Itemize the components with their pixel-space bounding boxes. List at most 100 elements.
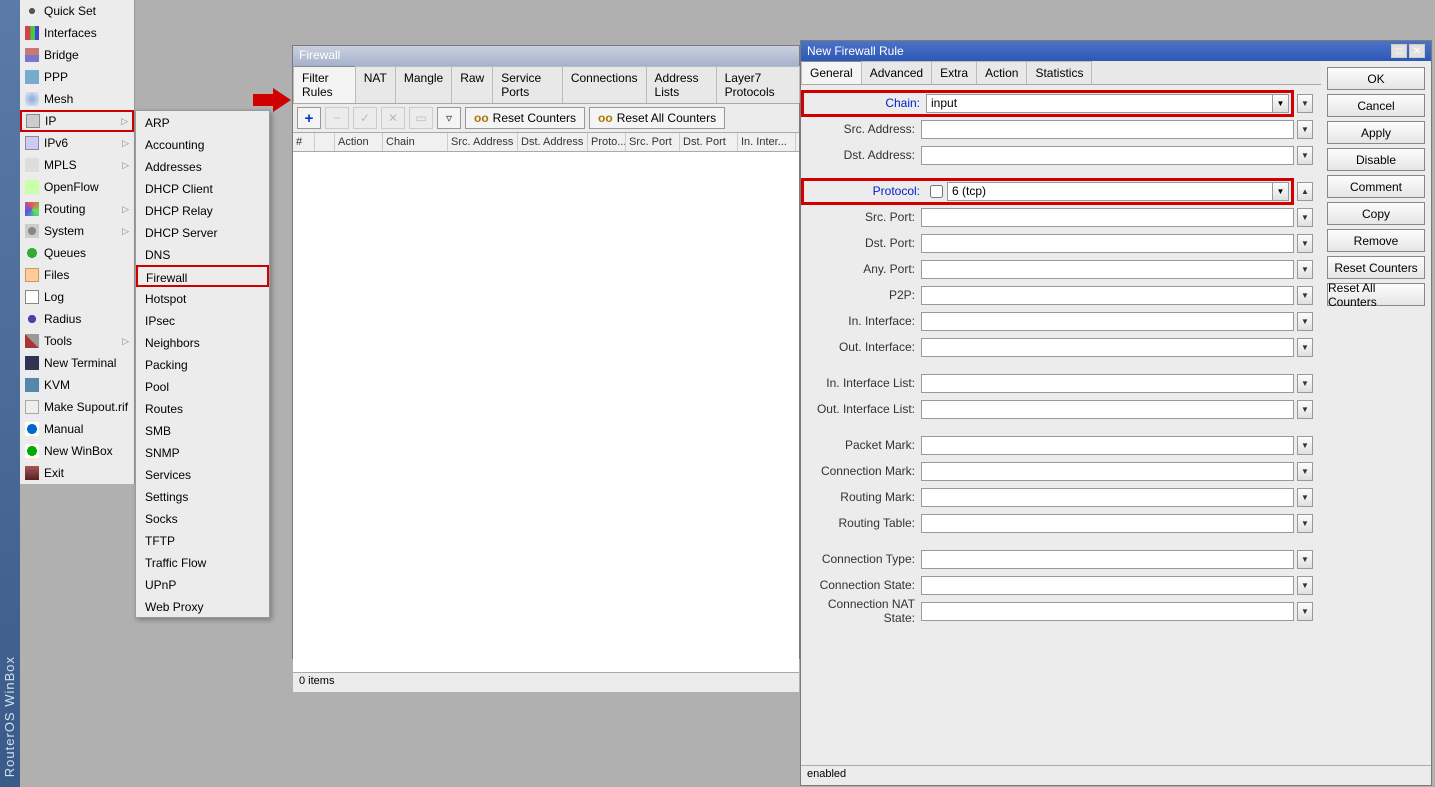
tab-filter-rules[interactable]: Filter Rules bbox=[293, 66, 356, 103]
ok-button[interactable]: OK bbox=[1327, 67, 1425, 90]
enable-button[interactable]: ✓ bbox=[353, 107, 377, 129]
expand-button[interactable] bbox=[1297, 436, 1313, 455]
sidebar-item-exit[interactable]: Exit bbox=[20, 462, 134, 484]
submenu-item-smb[interactable]: SMB bbox=[136, 419, 269, 441]
sidebar-item-kvm[interactable]: KVM bbox=[20, 374, 134, 396]
submenu-item-pool[interactable]: Pool bbox=[136, 375, 269, 397]
submenu-item-neighbors[interactable]: Neighbors bbox=[136, 331, 269, 353]
submenu-item-routes[interactable]: Routes bbox=[136, 397, 269, 419]
expand-button[interactable] bbox=[1297, 208, 1313, 227]
comment-button[interactable]: Comment bbox=[1327, 175, 1425, 198]
submenu-item-dhcp-relay[interactable]: DHCP Relay bbox=[136, 199, 269, 221]
src-port-input[interactable] bbox=[921, 208, 1294, 227]
apply-button[interactable]: Apply bbox=[1327, 121, 1425, 144]
sidebar-item-openflow[interactable]: OpenFlow bbox=[20, 176, 134, 198]
submenu-item-arp[interactable]: ARP bbox=[136, 111, 269, 133]
column-header[interactable]: Src. Port bbox=[626, 133, 680, 151]
submenu-item-web-proxy[interactable]: Web Proxy bbox=[136, 595, 269, 617]
expand-button[interactable] bbox=[1297, 234, 1313, 253]
sidebar-item-tools[interactable]: Tools▷ bbox=[20, 330, 134, 352]
rule-tab-extra[interactable]: Extra bbox=[931, 61, 977, 84]
any-port-input[interactable] bbox=[921, 260, 1294, 279]
submenu-item-services[interactable]: Services bbox=[136, 463, 269, 485]
expand-button[interactable] bbox=[1297, 602, 1313, 621]
sidebar-item-mpls[interactable]: MPLS▷ bbox=[20, 154, 134, 176]
expand-button[interactable] bbox=[1297, 514, 1313, 533]
submenu-item-ipsec[interactable]: IPsec bbox=[136, 309, 269, 331]
submenu-item-dns[interactable]: DNS bbox=[136, 243, 269, 265]
sidebar-item-make-supout-rif[interactable]: Make Supout.rif bbox=[20, 396, 134, 418]
sidebar-item-queues[interactable]: Queues bbox=[20, 242, 134, 264]
sidebar-item-interfaces[interactable]: Interfaces bbox=[20, 22, 134, 44]
tab-address-lists[interactable]: Address Lists bbox=[646, 66, 717, 103]
pkt-mark-input[interactable] bbox=[921, 436, 1294, 455]
dst-port-input[interactable] bbox=[921, 234, 1294, 253]
sidebar-item-routing[interactable]: Routing▷ bbox=[20, 198, 134, 220]
route-tbl-input[interactable] bbox=[921, 514, 1294, 533]
expand-button[interactable] bbox=[1297, 550, 1313, 569]
expand-button[interactable] bbox=[1297, 488, 1313, 507]
submenu-item-upnp[interactable]: UPnP bbox=[136, 573, 269, 595]
sidebar-item-system[interactable]: System▷ bbox=[20, 220, 134, 242]
expand-button[interactable] bbox=[1297, 576, 1313, 595]
disable-button[interactable]: Disable bbox=[1327, 148, 1425, 171]
expand-button[interactable] bbox=[1297, 94, 1313, 113]
firewall-table-body[interactable] bbox=[293, 152, 799, 672]
in-if-list-input[interactable] bbox=[921, 374, 1294, 393]
close-button[interactable]: ✕ bbox=[1409, 44, 1425, 58]
rule-titlebar[interactable]: New Firewall Rule □ ✕ bbox=[801, 41, 1431, 61]
out-if-input[interactable] bbox=[921, 338, 1294, 357]
rule-tab-statistics[interactable]: Statistics bbox=[1026, 61, 1092, 84]
expand-button[interactable] bbox=[1297, 400, 1313, 419]
sidebar-item-new-winbox[interactable]: New WinBox bbox=[20, 440, 134, 462]
filter-button[interactable]: ▿ bbox=[437, 107, 461, 129]
tab-nat[interactable]: NAT bbox=[355, 66, 396, 103]
sidebar-item-new-terminal[interactable]: New Terminal bbox=[20, 352, 134, 374]
expand-button[interactable] bbox=[1297, 146, 1313, 165]
conn-type-input[interactable] bbox=[921, 550, 1294, 569]
route-mark-input[interactable] bbox=[921, 488, 1294, 507]
sidebar-item-ppp[interactable]: PPP bbox=[20, 66, 134, 88]
column-header[interactable]: Action bbox=[335, 133, 383, 151]
conn-state-input[interactable] bbox=[921, 576, 1294, 595]
sidebar-item-ip[interactable]: IP▷ bbox=[20, 110, 134, 132]
sidebar-item-bridge[interactable]: Bridge bbox=[20, 44, 134, 66]
submenu-item-dhcp-client[interactable]: DHCP Client bbox=[136, 177, 269, 199]
submenu-item-settings[interactable]: Settings bbox=[136, 485, 269, 507]
src-addr-input[interactable] bbox=[921, 120, 1294, 139]
submenu-item-traffic-flow[interactable]: Traffic Flow bbox=[136, 551, 269, 573]
sidebar-item-mesh[interactable]: Mesh bbox=[20, 88, 134, 110]
submenu-item-snmp[interactable]: SNMP bbox=[136, 441, 269, 463]
copy-button[interactable]: Copy bbox=[1327, 202, 1425, 225]
p2p-input[interactable] bbox=[921, 286, 1294, 305]
protocol-input[interactable] bbox=[948, 183, 1272, 200]
dropdown-button[interactable]: ▼ bbox=[1272, 95, 1288, 112]
rule-tab-general[interactable]: General bbox=[801, 61, 862, 84]
conn-nat-input[interactable] bbox=[921, 602, 1294, 621]
submenu-item-hotspot[interactable]: Hotspot bbox=[136, 287, 269, 309]
expand-button[interactable] bbox=[1297, 374, 1313, 393]
submenu-item-addresses[interactable]: Addresses bbox=[136, 155, 269, 177]
cancel-button[interactable]: Cancel bbox=[1327, 94, 1425, 117]
sidebar-item-manual[interactable]: Manual bbox=[20, 418, 134, 440]
reset-all-counters-button[interactable]: Reset All Counters bbox=[1327, 283, 1425, 306]
disable-button[interactable]: ✕ bbox=[381, 107, 405, 129]
dropdown-button[interactable]: ▼ bbox=[1272, 183, 1288, 200]
reset-all-counters-button[interactable]: ooReset All Counters bbox=[589, 107, 725, 129]
expand-button[interactable] bbox=[1297, 120, 1313, 139]
rule-tab-advanced[interactable]: Advanced bbox=[861, 61, 932, 84]
rule-tab-action[interactable]: Action bbox=[976, 61, 1027, 84]
tab-layer7-protocols[interactable]: Layer7 Protocols bbox=[716, 66, 800, 103]
firewall-title[interactable]: Firewall bbox=[293, 46, 799, 66]
add-button[interactable]: + bbox=[297, 107, 321, 129]
submenu-item-dhcp-server[interactable]: DHCP Server bbox=[136, 221, 269, 243]
dst-addr-input[interactable] bbox=[921, 146, 1294, 165]
tab-raw[interactable]: Raw bbox=[451, 66, 493, 103]
column-header[interactable]: Src. Address bbox=[448, 133, 518, 151]
submenu-item-socks[interactable]: Socks bbox=[136, 507, 269, 529]
in-if-input[interactable] bbox=[921, 312, 1294, 331]
reset-counters-button[interactable]: ooReset Counters bbox=[465, 107, 585, 129]
expand-button[interactable] bbox=[1297, 260, 1313, 279]
submenu-item-accounting[interactable]: Accounting bbox=[136, 133, 269, 155]
remove-button[interactable]: Remove bbox=[1327, 229, 1425, 252]
